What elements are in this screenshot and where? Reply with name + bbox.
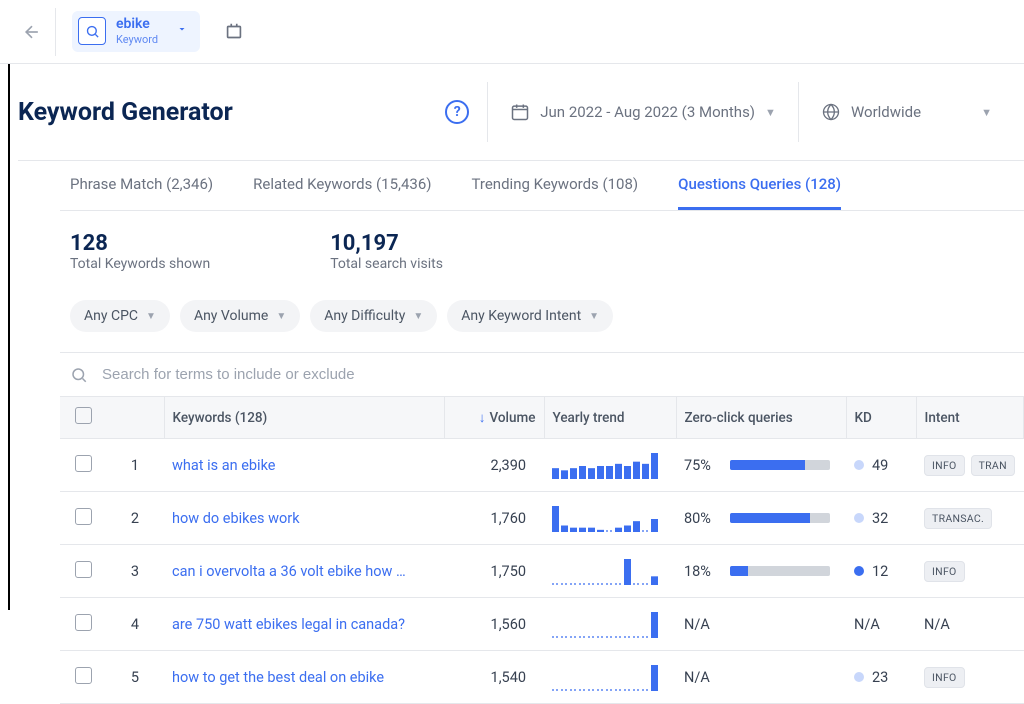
keyword-link[interactable]: how do ebikes work	[172, 510, 300, 527]
trend-sparkline	[552, 663, 662, 691]
search-icon	[70, 366, 88, 384]
intent-pill: TRAN	[971, 455, 1015, 476]
chevron-down-icon	[176, 23, 188, 39]
table-row: 3 can i overvolta a 36 volt ebike how … …	[60, 545, 1024, 598]
help-button[interactable]: ?	[445, 100, 469, 124]
tabs: Phrase Match (2,346) Related Keywords (15…	[60, 161, 1024, 211]
trend-sparkline	[552, 557, 662, 585]
row-checkbox[interactable]	[75, 667, 92, 684]
tab[interactable]: Phrase Match (2,346)	[70, 175, 213, 210]
keyword-link[interactable]: are 750 watt ebikes legal in canada?	[172, 616, 405, 633]
table-row: 1 what is an ebike 2,390 75% 49 INFOTRAN	[60, 439, 1024, 492]
tab[interactable]: Related Keywords (15,436)	[253, 175, 431, 210]
filter-chip[interactable]: Any CPC▼	[70, 300, 170, 332]
row-index: 4	[106, 598, 164, 651]
chevron-down-icon: ▼	[589, 311, 599, 322]
search-icon	[78, 17, 106, 45]
row-checkbox[interactable]	[75, 508, 92, 525]
stat-total-keywords: 128 Total Keywords shown	[70, 231, 210, 272]
page-title: Keyword Generator	[18, 98, 233, 127]
tab[interactable]: Trending Keywords (108)	[472, 175, 639, 210]
keywords-table: Keywords (128) ↓Volume Yearly trend Zero…	[60, 396, 1024, 704]
table-row: 2 how do ebikes work 1,760 80% 32 TRANSA…	[60, 492, 1024, 545]
search-input[interactable]	[100, 365, 1014, 384]
keyword-link[interactable]: what is an ebike	[172, 457, 275, 474]
keyword-value: ebike	[116, 17, 158, 32]
region-label: Worldwide	[851, 103, 921, 121]
tab[interactable]: Questions Queries (128)	[678, 175, 841, 210]
col-zero-click[interactable]: Zero-click queries	[676, 397, 846, 439]
table-row: 4 are 750 watt ebikes legal in canada? 1…	[60, 598, 1024, 651]
keyword-link[interactable]: how to get the best deal on ebike	[172, 669, 384, 686]
keyword-selector-chip[interactable]: ebike Keyword	[72, 11, 200, 51]
arrow-left-icon	[22, 22, 42, 42]
stat-total-visits: 10,197 Total search visits	[330, 231, 443, 272]
volume-cell: 1,560	[444, 598, 544, 651]
row-index: 5	[106, 651, 164, 704]
chevron-down-icon: ▼	[981, 106, 992, 119]
question-icon: ?	[454, 104, 461, 120]
trend-sparkline	[552, 610, 662, 638]
volume-cell: 1,540	[444, 651, 544, 704]
sort-desc-icon: ↓	[479, 410, 486, 426]
row-checkbox[interactable]	[75, 614, 92, 631]
chevron-down-icon: ▼	[765, 106, 776, 119]
calendar-icon	[510, 102, 530, 122]
region-selector[interactable]: Worldwide ▼	[798, 82, 1014, 142]
trend-sparkline	[552, 504, 662, 532]
row-index: 2	[106, 492, 164, 545]
date-range-label: Jun 2022 - Aug 2022 (3 Months)	[540, 103, 755, 121]
row-index: 3	[106, 545, 164, 598]
back-button[interactable]	[8, 8, 56, 56]
trend-sparkline	[552, 451, 662, 479]
row-index: 1	[106, 439, 164, 492]
col-keywords[interactable]: Keywords (128)	[164, 397, 444, 439]
snapshot-button[interactable]	[218, 16, 250, 48]
intent-pill: INFO	[924, 561, 965, 582]
chevron-down-icon: ▼	[146, 311, 156, 322]
top-toolbar: ebike Keyword	[0, 0, 1024, 64]
keyword-link[interactable]: can i overvolta a 36 volt ebike how …	[172, 563, 406, 580]
snapshot-icon	[223, 21, 245, 43]
title-bar: Keyword Generator ? Jun 2022 - Aug 2022 …	[18, 64, 1024, 161]
table-row: 5 how to get the best deal on ebike 1,54…	[60, 651, 1024, 704]
col-kd[interactable]: KD	[846, 397, 916, 439]
col-volume[interactable]: ↓Volume	[444, 397, 544, 439]
col-intent[interactable]: Intent	[916, 397, 1024, 439]
volume-cell: 1,750	[444, 545, 544, 598]
intent-pill: INFO	[924, 455, 965, 476]
filter-chip[interactable]: Any Volume▼	[180, 300, 300, 332]
select-all-checkbox[interactable]	[75, 407, 92, 424]
date-range-selector[interactable]: Jun 2022 - Aug 2022 (3 Months) ▼	[487, 82, 798, 142]
keyword-sublabel: Keyword	[116, 33, 158, 46]
row-checkbox[interactable]	[75, 561, 92, 578]
chevron-down-icon: ▼	[413, 311, 423, 322]
stats-row: 128 Total Keywords shown 10,197 Total se…	[60, 211, 1024, 292]
filter-chip[interactable]: Any Keyword Intent▼	[447, 300, 613, 332]
col-trend[interactable]: Yearly trend	[544, 397, 676, 439]
chevron-down-icon: ▼	[276, 311, 286, 322]
globe-icon	[821, 102, 841, 122]
intent-pill: TRANSAC.	[924, 508, 992, 529]
row-checkbox[interactable]	[75, 455, 92, 472]
volume-cell: 2,390	[444, 439, 544, 492]
left-rail-indicator	[8, 64, 10, 610]
search-row	[60, 353, 1024, 396]
intent-pill: INFO	[924, 667, 965, 688]
volume-cell: 1,760	[444, 492, 544, 545]
filters-row: Any CPC▼ Any Volume▼ Any Difficulty▼ Any Ke…	[60, 292, 1024, 353]
filter-chip[interactable]: Any Difficulty▼	[310, 300, 437, 332]
